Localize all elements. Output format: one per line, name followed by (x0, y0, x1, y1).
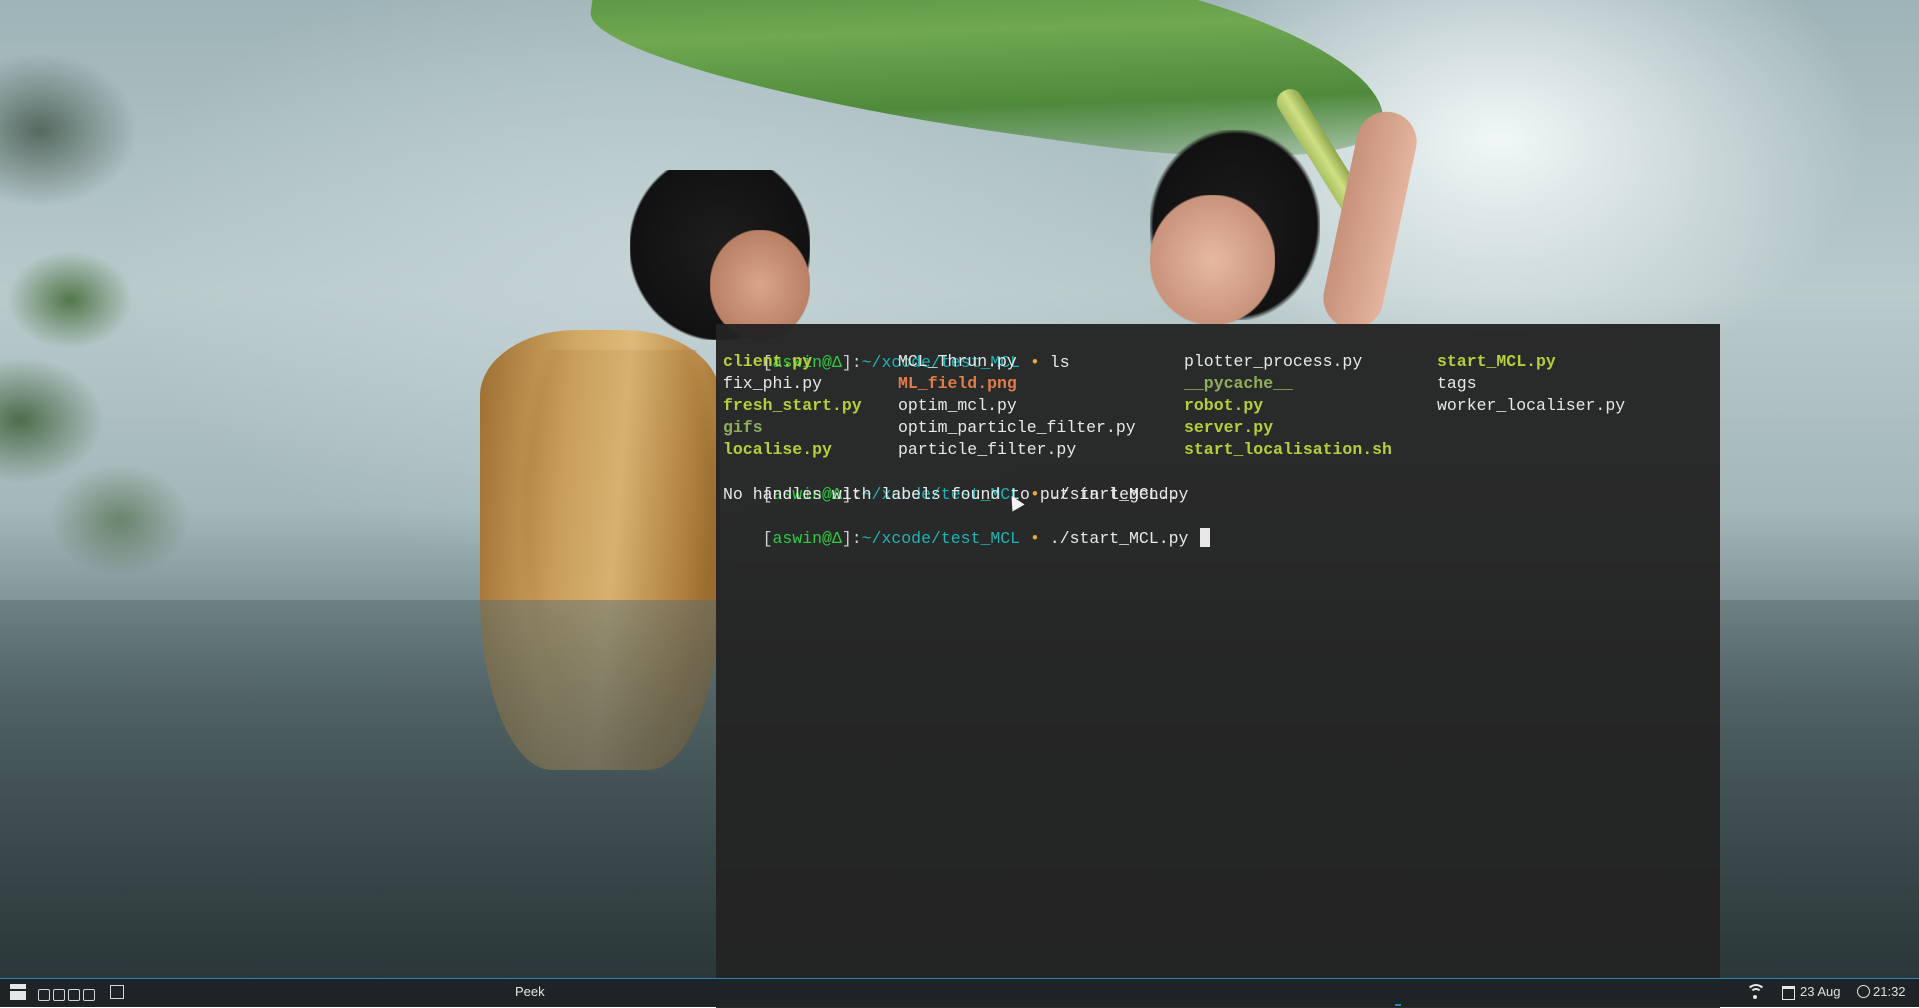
file-entry: localise.py (723, 440, 832, 459)
prompt-host-symbol: Δ (831, 529, 842, 548)
quick-launch-icons[interactable] (38, 986, 98, 1001)
prompt-bracket-close: ]: (841, 353, 862, 372)
wallpaper-right-girl-face (1150, 195, 1275, 325)
show-desktop-icon[interactable] (110, 985, 124, 999)
file-entry: server.py (1184, 418, 1274, 437)
wifi-icon[interactable] (1746, 984, 1766, 999)
text-cursor (1200, 528, 1211, 547)
file-entry: particle_filter.py (898, 440, 1077, 459)
file-entry: optim_particle_filter.py (898, 418, 1136, 437)
file-entry: start_MCL.py (1437, 352, 1556, 371)
file-entry: optim_mcl.py (898, 396, 1017, 415)
taskbar-accent-line (0, 978, 1919, 979)
refresh-icon[interactable] (83, 988, 95, 1001)
command-text: ls (1039, 353, 1070, 372)
output-message: No handles with labels found to put in l… (723, 485, 1179, 504)
calendar-icon (1782, 986, 1795, 1000)
file-entry: tags (1437, 374, 1477, 393)
prompt-arrow-icon: • (1030, 353, 1040, 372)
terminal-window[interactable]: [aswin@Δ]:~/xcode/test_MCL • ls client.p… (716, 324, 1720, 1008)
taskbar-date[interactable]: 23 Aug (1800, 984, 1841, 999)
file-entry: start_localisation.sh (1184, 440, 1392, 459)
prompt-line: [aswin@Δ]:~/xcode/test_MCL • ./start_MCL… (723, 462, 1189, 504)
taskbar: Peek 23 Aug 21:32 (0, 978, 1919, 1007)
prompt-path: ~/xcode/test_MCL (861, 529, 1021, 548)
start-menu-icon[interactable] (10, 984, 26, 1000)
file-entry: fix_phi.py (723, 374, 823, 393)
file-entry: MCL_Thrun.py (898, 352, 1017, 371)
taskbar-time[interactable]: 21:32 (1873, 984, 1906, 999)
file-entry: plotter_process.py (1184, 352, 1363, 371)
directory-entry: gifs (723, 418, 763, 437)
file-entry: robot.py (1184, 396, 1264, 415)
command-input[interactable]: ./start_MCL.py (1040, 529, 1198, 548)
prompt-bracket-open: [ (762, 529, 773, 548)
clock-icon (1857, 985, 1870, 998)
taskbar-task-peek[interactable]: Peek (515, 984, 545, 999)
tools-icon[interactable] (53, 988, 65, 1001)
browser-icon[interactable] (38, 988, 50, 1001)
directory-entry: __pycache__ (1184, 374, 1293, 393)
prompt-user: aswin@ (772, 529, 832, 548)
prompt-line: [aswin@Δ]:~/xcode/test_MCL • ls (723, 330, 1070, 372)
prompt-line-active[interactable]: [aswin@Δ]:~/xcode/test_MCL • ./start_MCL… (723, 506, 1211, 548)
file-entry: fresh_start.py (723, 396, 862, 415)
files-icon[interactable] (68, 988, 80, 1001)
file-entry: client.py (723, 352, 813, 371)
file-entry: worker_localiser.py (1437, 396, 1626, 415)
file-entry: ML_field.png (898, 374, 1017, 393)
prompt-arrow-icon: • (1030, 529, 1040, 548)
prompt-bracket-close: ]: (841, 529, 862, 548)
active-task-indicator (1395, 1004, 1401, 1006)
prompt-host-symbol: Δ (831, 353, 842, 372)
